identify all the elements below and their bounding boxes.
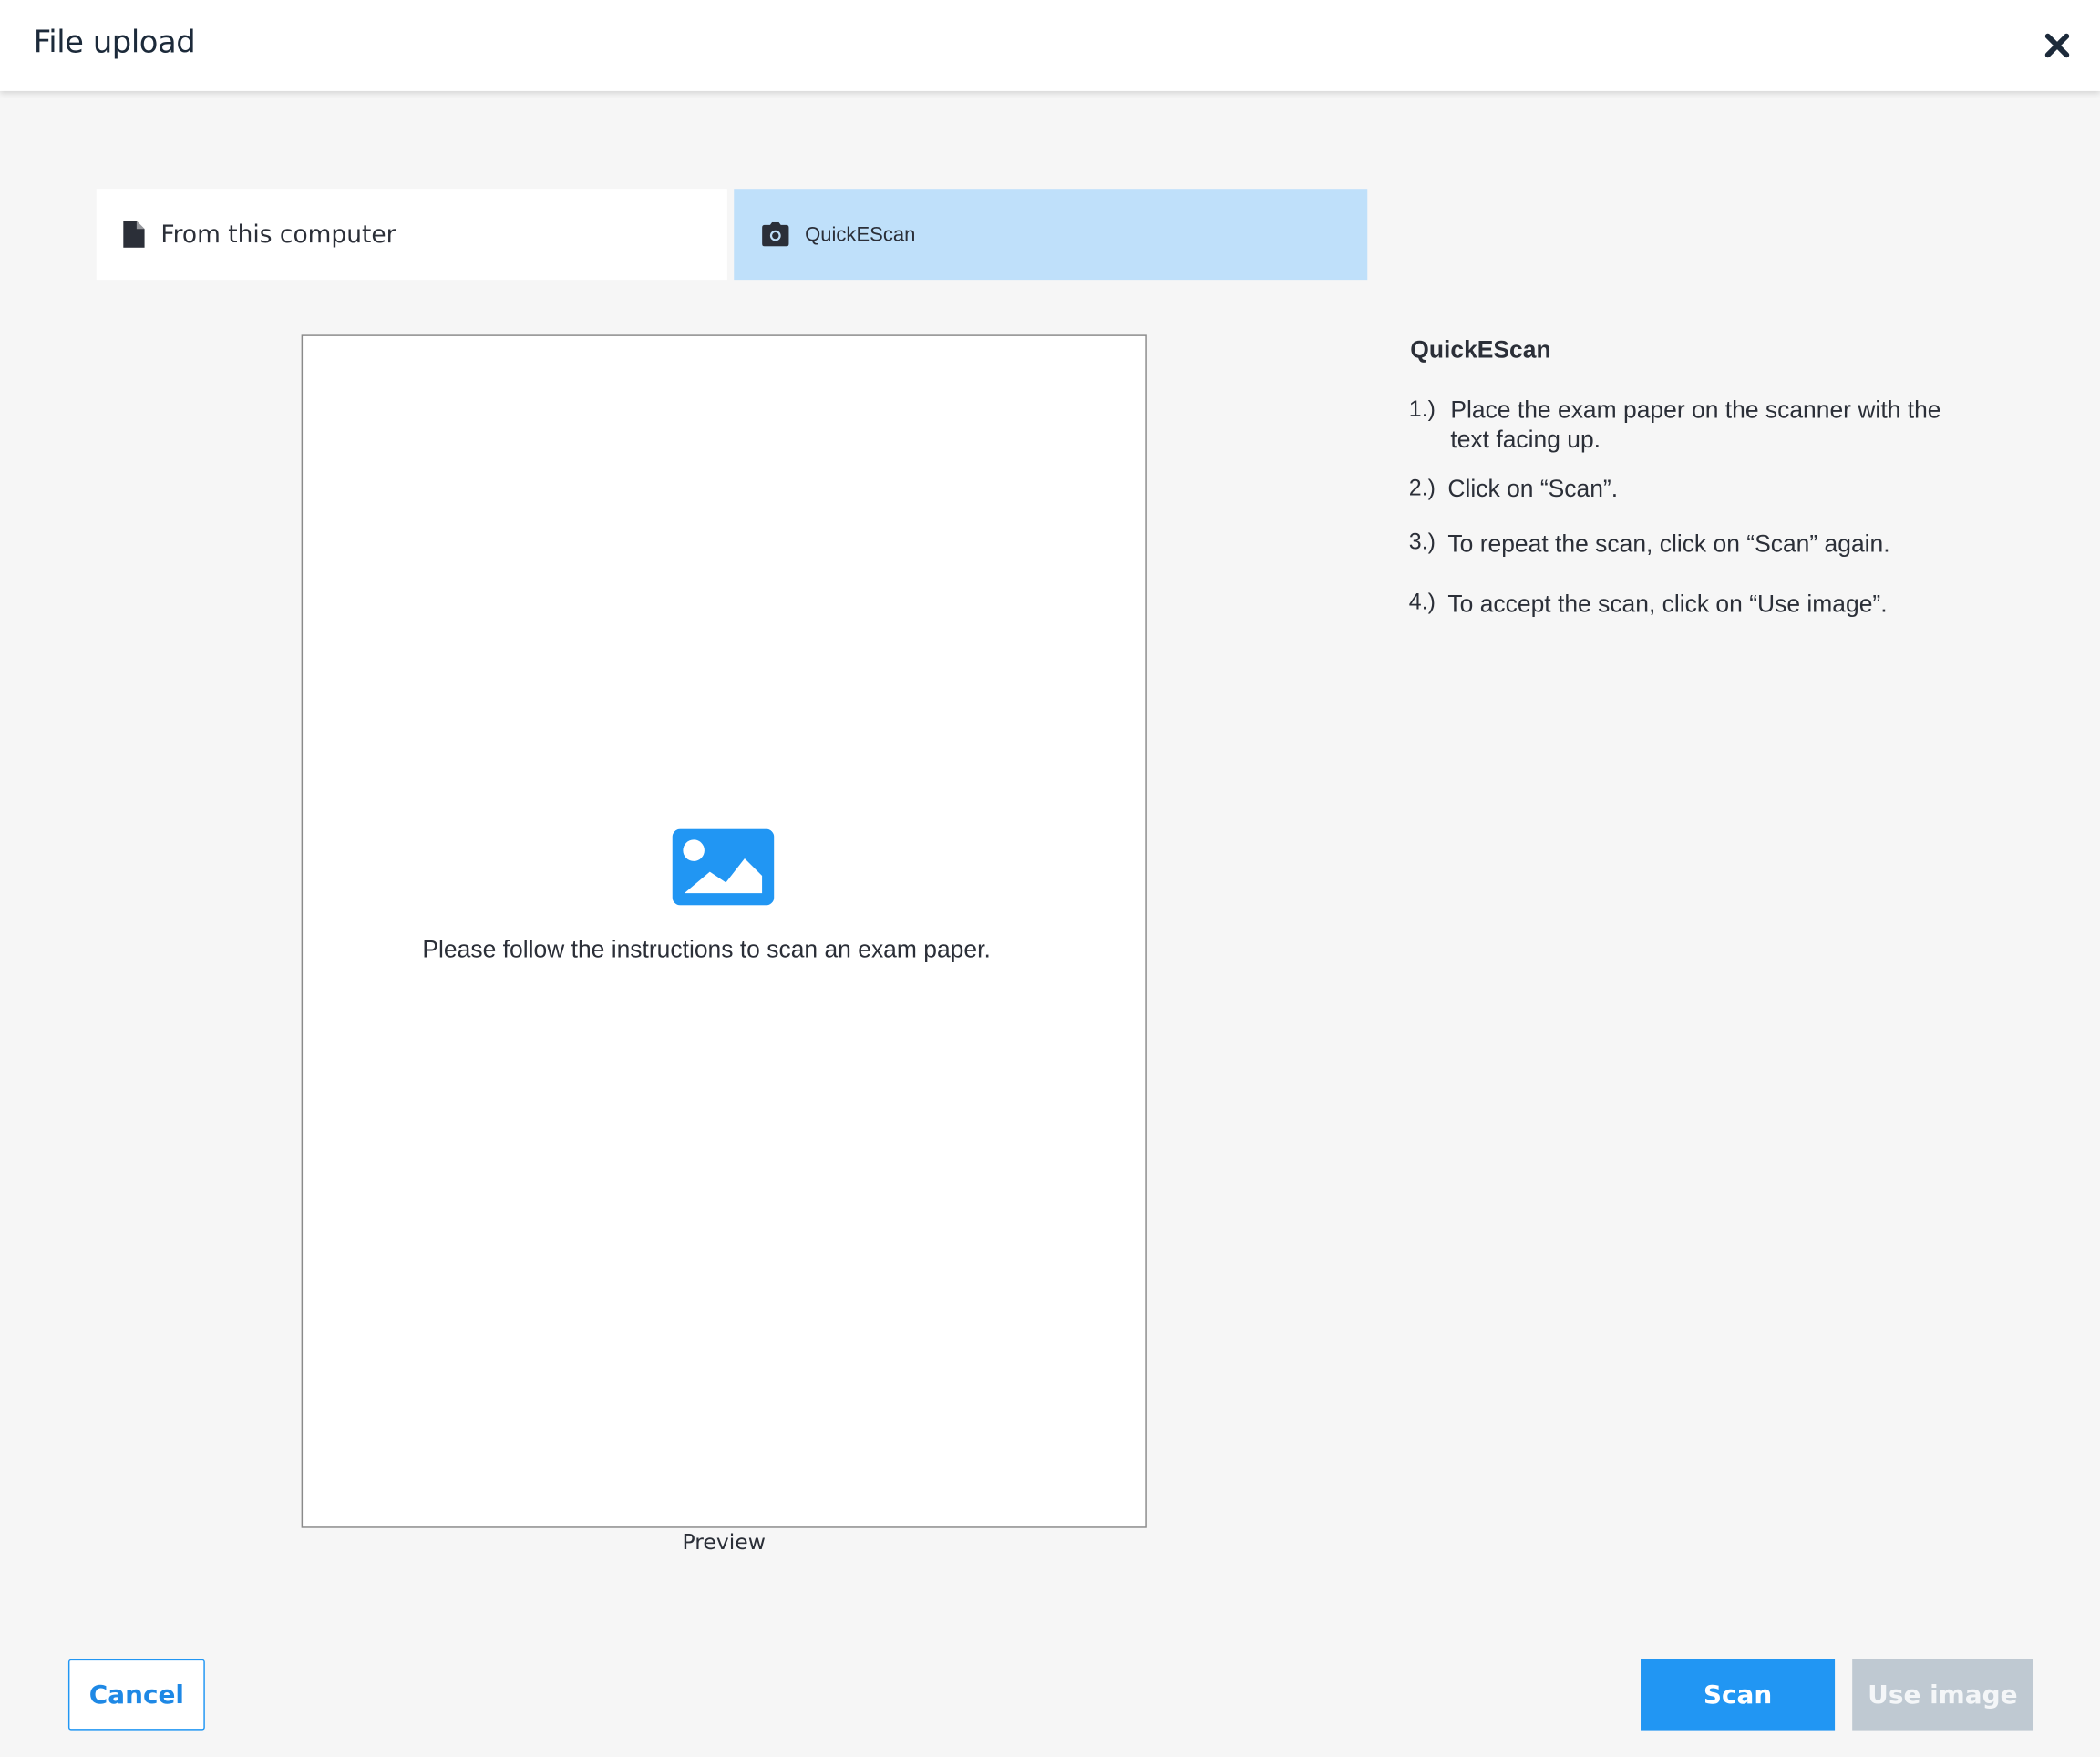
dialog-title: File upload xyxy=(33,25,196,61)
image-placeholder-icon xyxy=(672,828,775,906)
instructions-title: QuickEScan xyxy=(1410,335,1551,364)
preview-message: Please follow the instructions to scan a… xyxy=(422,936,991,963)
step-text: To accept the scan, click on “Use image”… xyxy=(1447,591,1888,618)
step-text: To repeat the scan, click on “Scan” agai… xyxy=(1447,529,1890,558)
step-number: 4.) xyxy=(1408,589,1436,615)
cancel-button[interactable]: Cancel xyxy=(67,1659,205,1731)
camera-icon xyxy=(762,221,789,247)
step-text: Click on “Scan”. xyxy=(1447,475,1619,503)
close-icon[interactable] xyxy=(2038,26,2075,64)
scan-preview-area xyxy=(301,334,1147,1528)
tab-quickescan[interactable]: QuickEScan xyxy=(734,189,1368,281)
tab-label: QuickEScan xyxy=(805,222,916,246)
scan-button[interactable]: Scan xyxy=(1641,1659,1836,1731)
file-upload-dialog: File upload From this computer QuickESca… xyxy=(0,0,2100,1757)
file-icon xyxy=(123,221,145,248)
tab-label: From this computer xyxy=(160,220,396,249)
step-text: Place the exam paper on the scanner with… xyxy=(1450,396,1941,453)
step-number: 2.) xyxy=(1408,475,1436,501)
use-image-button[interactable]: Use image xyxy=(1852,1659,2033,1731)
dialog-header: File upload xyxy=(0,0,2100,91)
step-number: 3.) xyxy=(1408,529,1436,555)
tab-from-this-computer[interactable]: From this computer xyxy=(96,189,727,281)
preview-caption: Preview xyxy=(682,1529,766,1556)
step-number: 1.) xyxy=(1408,396,1436,422)
